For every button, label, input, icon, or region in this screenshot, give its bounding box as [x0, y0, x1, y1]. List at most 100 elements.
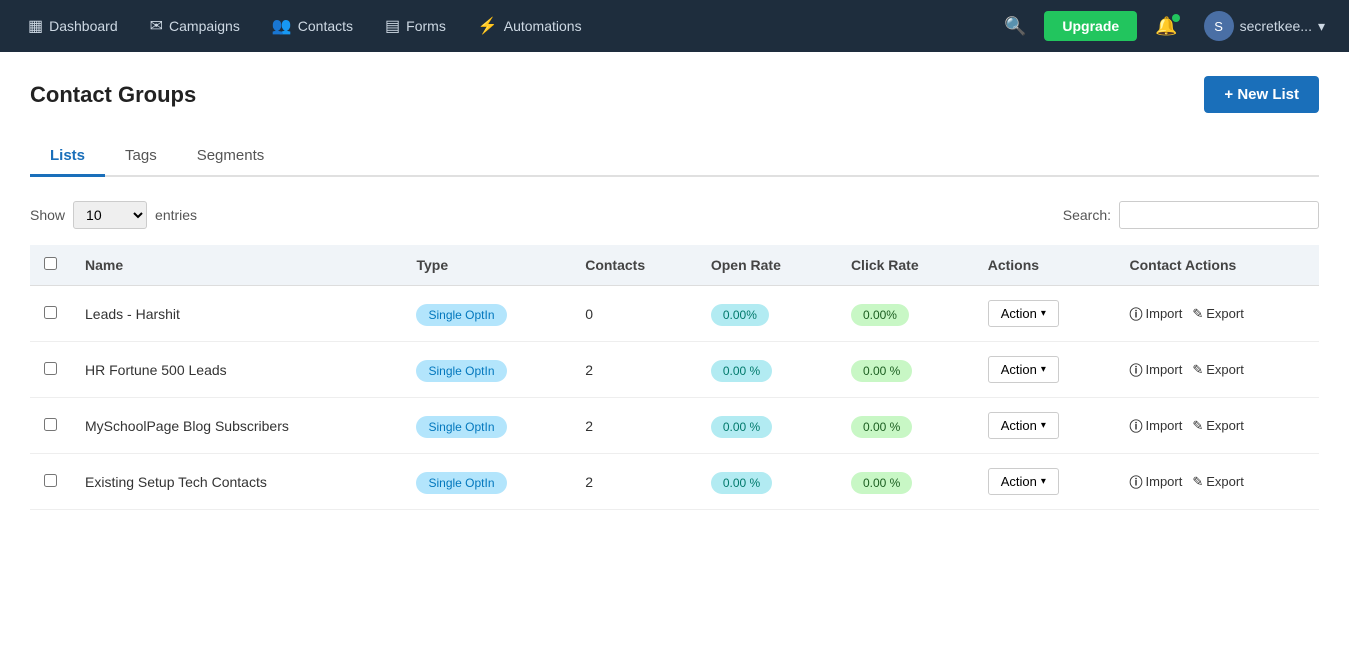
select-all-checkbox[interactable] — [44, 257, 57, 270]
info-icon: ⓘ — [1129, 360, 1142, 379]
edit-icon: ✎ — [1192, 306, 1203, 322]
navbar: ▦ Dashboard ✉ Campaigns 👥 Contacts ▤ For… — [0, 0, 1349, 52]
header-open-rate: Open Rate — [697, 245, 837, 286]
contact-actions-group: ⓘ Import ✎ Export — [1129, 472, 1305, 491]
row-open-rate: 0.00% — [697, 286, 837, 342]
click-rate-badge: 0.00% — [851, 304, 909, 326]
import-label: Import — [1146, 362, 1183, 377]
info-icon: ⓘ — [1129, 472, 1142, 491]
tab-tags[interactable]: Tags — [105, 137, 177, 177]
action-label: Action — [1001, 306, 1037, 321]
import-button[interactable]: ⓘ Import — [1129, 416, 1182, 435]
notifications-button[interactable]: 🔔 — [1145, 10, 1187, 43]
row-contacts: 2 — [571, 454, 697, 510]
nav-contacts-label: Contacts — [298, 18, 353, 34]
export-label: Export — [1206, 362, 1244, 377]
contact-actions-group: ⓘ Import ✎ Export — [1129, 416, 1305, 435]
nav-automations-label: Automations — [504, 18, 582, 34]
edit-icon: ✎ — [1192, 418, 1203, 434]
row-actions: Action ▾ — [974, 454, 1116, 510]
action-dropdown-button[interactable]: Action ▾ — [988, 356, 1059, 383]
row-contacts: 0 — [571, 286, 697, 342]
import-button[interactable]: ⓘ Import — [1129, 472, 1182, 491]
row-click-rate: 0.00 % — [837, 342, 974, 398]
search-input[interactable] — [1119, 201, 1319, 229]
row-actions: Action ▾ — [974, 286, 1116, 342]
edit-icon: ✎ — [1192, 474, 1203, 490]
user-initial: S — [1214, 19, 1223, 34]
tab-lists-label: Lists — [50, 147, 85, 164]
row-checkbox — [30, 342, 71, 398]
chevron-down-icon: ▾ — [1041, 420, 1046, 431]
row-select-checkbox[interactable] — [44, 474, 57, 487]
chevron-down-icon: ▾ — [1041, 476, 1046, 487]
row-select-checkbox[interactable] — [44, 418, 57, 431]
export-button[interactable]: ✎ Export — [1192, 306, 1243, 322]
header-contacts: Contacts — [571, 245, 697, 286]
nav-dashboard[interactable]: ▦ Dashboard — [16, 10, 130, 42]
action-dropdown-button[interactable]: Action ▾ — [988, 300, 1059, 327]
row-select-checkbox[interactable] — [44, 306, 57, 319]
row-open-rate: 0.00 % — [697, 454, 837, 510]
export-label: Export — [1206, 306, 1244, 321]
table-wrapper: Name Type Contacts Open Rate Click Rate … — [30, 245, 1319, 510]
type-badge: Single OptIn — [416, 360, 506, 382]
row-contact-actions: ⓘ Import ✎ Export — [1115, 454, 1319, 510]
row-actions: Action ▾ — [974, 398, 1116, 454]
edit-icon: ✎ — [1192, 362, 1203, 378]
show-label: Show — [30, 207, 65, 223]
nav-automations[interactable]: ⚡ Automations — [466, 10, 594, 42]
export-button[interactable]: ✎ Export — [1192, 474, 1243, 490]
row-type: Single OptIn — [402, 398, 571, 454]
action-dropdown-button[interactable]: Action ▾ — [988, 468, 1059, 495]
entries-select[interactable]: 10 25 50 100 — [73, 201, 147, 229]
chevron-down-icon: ▾ — [1041, 364, 1046, 375]
import-button[interactable]: ⓘ Import — [1129, 304, 1182, 323]
nav-forms[interactable]: ▤ Forms — [373, 10, 458, 42]
click-rate-badge: 0.00 % — [851, 360, 912, 382]
contact-actions-group: ⓘ Import ✎ Export — [1129, 360, 1305, 379]
search-button[interactable]: 🔍 — [994, 10, 1036, 43]
tabs: Lists Tags Segments — [30, 137, 1319, 177]
export-label: Export — [1206, 474, 1244, 489]
upgrade-button[interactable]: Upgrade — [1044, 11, 1137, 41]
row-checkbox — [30, 454, 71, 510]
avatar: S — [1204, 11, 1234, 41]
row-checkbox — [30, 286, 71, 342]
user-menu[interactable]: S secretkee... ▾ — [1196, 7, 1333, 45]
header-contact-actions: Contact Actions — [1115, 245, 1319, 286]
import-button[interactable]: ⓘ Import — [1129, 360, 1182, 379]
type-badge: Single OptIn — [416, 416, 506, 438]
chevron-down-icon: ▾ — [1318, 18, 1325, 35]
search-row: Search: — [1063, 201, 1319, 229]
export-button[interactable]: ✎ Export — [1192, 362, 1243, 378]
controls-row: Show 10 25 50 100 entries Search: — [30, 201, 1319, 229]
nav-contacts[interactable]: 👥 Contacts — [260, 10, 365, 42]
search-label: Search: — [1063, 207, 1111, 223]
table-row: HR Fortune 500 Leads Single OptIn 2 0.00… — [30, 342, 1319, 398]
click-rate-badge: 0.00 % — [851, 472, 912, 494]
row-checkbox — [30, 398, 71, 454]
page-title: Contact Groups — [30, 82, 196, 108]
import-label: Import — [1146, 418, 1183, 433]
tab-lists[interactable]: Lists — [30, 137, 105, 177]
nav-campaigns[interactable]: ✉ Campaigns — [138, 10, 252, 42]
tab-segments[interactable]: Segments — [177, 137, 285, 177]
row-select-checkbox[interactable] — [44, 362, 57, 375]
export-button[interactable]: ✎ Export — [1192, 418, 1243, 434]
notification-dot — [1172, 14, 1180, 22]
automations-icon: ⚡ — [478, 16, 498, 36]
row-type: Single OptIn — [402, 454, 571, 510]
action-dropdown-button[interactable]: Action ▾ — [988, 412, 1059, 439]
info-icon: ⓘ — [1129, 416, 1142, 435]
action-label: Action — [1001, 362, 1037, 377]
export-label: Export — [1206, 418, 1244, 433]
contacts-table: Name Type Contacts Open Rate Click Rate … — [30, 245, 1319, 510]
header-checkbox — [30, 245, 71, 286]
username-label: secretkee... — [1240, 18, 1312, 34]
open-rate-badge: 0.00 % — [711, 472, 772, 494]
header-type: Type — [402, 245, 571, 286]
header-name: Name — [71, 245, 402, 286]
row-name: Existing Setup Tech Contacts — [71, 454, 402, 510]
new-list-button[interactable]: + New List — [1204, 76, 1319, 113]
